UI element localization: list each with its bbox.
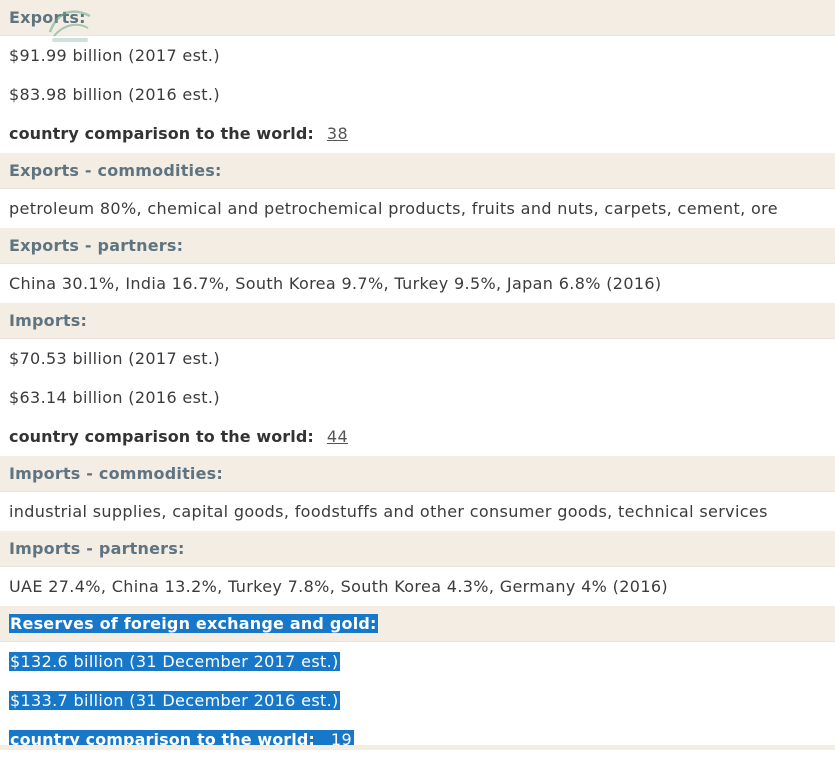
imports-partners-header: Imports - partners: bbox=[0, 531, 835, 567]
imports-commodities-section: Imports - commodities: industrial suppli… bbox=[0, 456, 835, 531]
imports-section: Imports: $70.53 billion (2017 est.) $63.… bbox=[0, 303, 835, 456]
reserves-header-row: Reserves of foreign exchange and gold: bbox=[0, 606, 835, 642]
imports-comparison-row: country comparison to the world: 44 bbox=[0, 417, 835, 456]
reserves-value-2016[interactable]: $133.7 billion (31 December 2016 est.) bbox=[9, 691, 340, 710]
imports-value-2016: $63.14 billion (2016 est.) bbox=[9, 388, 220, 407]
reserves-value-2017-row: $132.6 billion (31 December 2017 est.) bbox=[0, 642, 835, 681]
exports-partners-header: Exports - partners: bbox=[0, 228, 835, 264]
reserves-value-2017[interactable]: $132.6 billion (31 December 2017 est.) bbox=[9, 652, 340, 671]
exports-commodities-text: petroleum 80%, chemical and petrochemica… bbox=[9, 199, 778, 218]
imports-header: Imports: bbox=[0, 303, 835, 339]
imports-partners-section: Imports - partners: UAE 27.4%, China 13.… bbox=[0, 531, 835, 606]
imports-partners-text: UAE 27.4%, China 13.2%, Turkey 7.8%, Sou… bbox=[9, 577, 668, 596]
imports-rank-link[interactable]: 44 bbox=[327, 427, 348, 446]
exports-header: Exports: bbox=[0, 0, 835, 36]
exports-partners-text: China 30.1%, India 16.7%, South Korea 9.… bbox=[9, 274, 662, 293]
exports-partners-section: Exports - partners: China 30.1%, India 1… bbox=[0, 228, 835, 303]
exports-value-2016: $83.98 billion (2016 est.) bbox=[9, 85, 220, 104]
reserves-value-2016-row: $133.7 billion (31 December 2016 est.) bbox=[0, 681, 835, 720]
next-section-header-edge bbox=[0, 745, 835, 750]
exports-commodities-section: Exports - commodities: petroleum 80%, ch… bbox=[0, 153, 835, 228]
exports-rank-link[interactable]: 38 bbox=[327, 124, 348, 143]
imports-commodities-text: industrial supplies, capital goods, food… bbox=[9, 502, 768, 521]
comparison-label: country comparison to the world: bbox=[9, 124, 314, 143]
exports-section: Exports: $91.99 billion (2017 est.) $83.… bbox=[0, 0, 835, 153]
comparison-label: country comparison to the world: bbox=[9, 427, 314, 446]
exports-comparison-row: country comparison to the world: 38 bbox=[0, 114, 835, 153]
reserves-section: Reserves of foreign exchange and gold: $… bbox=[0, 606, 835, 759]
reserves-comparison-row: country comparison to the world: 19 bbox=[0, 720, 835, 759]
imports-value-2017: $70.53 billion (2017 est.) bbox=[9, 349, 220, 368]
imports-commodities-header: Imports - commodities: bbox=[0, 456, 835, 492]
reserves-header[interactable]: Reserves of foreign exchange and gold: bbox=[9, 614, 378, 633]
exports-commodities-header: Exports - commodities: bbox=[0, 153, 835, 189]
exports-value-2017: $91.99 billion (2017 est.) bbox=[9, 46, 220, 65]
